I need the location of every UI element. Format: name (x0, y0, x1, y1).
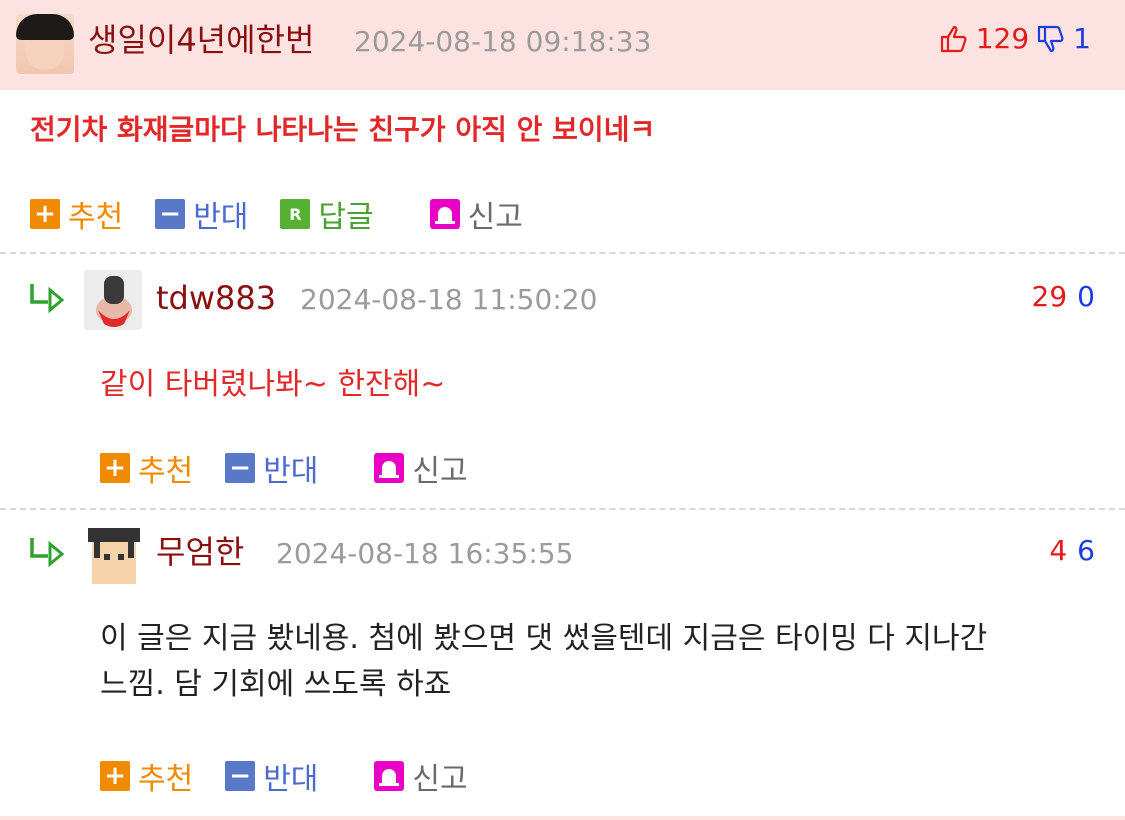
reply-arrow-icon (30, 284, 65, 314)
recommend-button[interactable]: + 추천 (100, 754, 193, 798)
divider (0, 252, 1125, 254)
comment-text: 같이 타버렸나봐~ 한잔해~ (100, 367, 446, 402)
recommend-button[interactable]: + 추천 (30, 192, 123, 236)
oppose-label: 반대 (193, 200, 249, 235)
oppose-button[interactable]: − 반대 (225, 754, 318, 798)
avatar[interactable] (84, 524, 142, 584)
thumbs-down-icon[interactable] (1035, 23, 1067, 55)
avatar[interactable] (84, 270, 142, 330)
main-comment-header: 생일이4년에한번 2024-08-18 09:18:33 129 1 (0, 0, 1125, 90)
plus-icon: + (30, 199, 60, 229)
divider (0, 508, 1125, 510)
avatar-image (84, 270, 142, 330)
bottom-border (0, 816, 1125, 820)
timestamp: 2024-08-18 09:18:33 (354, 25, 652, 58)
vote-counts: 29 0 (1032, 280, 1095, 313)
vote-counts: 4 6 (1049, 534, 1095, 567)
reply-action-bar: + 추천 − 반대 신고 (100, 754, 500, 798)
downvote-count: 0 (1077, 280, 1095, 313)
report-label: 신고 (412, 454, 468, 489)
report-button[interactable]: 신고 (374, 754, 468, 798)
oppose-label: 반대 (263, 454, 319, 489)
plus-icon: + (100, 761, 130, 791)
report-label: 신고 (412, 762, 468, 797)
upvote-count: 29 (1031, 280, 1068, 313)
report-button[interactable]: 신고 (429, 192, 523, 236)
siren-icon (429, 199, 460, 229)
comment-text-line: 이 글은 지금 봤네용. 첨에 봤으면 댓 썼을텐데 지금은 타이밍 다 지나간 (100, 621, 988, 656)
username[interactable]: tdw883 (156, 278, 276, 318)
avatar-hair (16, 14, 74, 40)
timestamp: 2024-08-18 16:35:55 (276, 537, 574, 570)
oppose-button[interactable]: − 반대 (155, 192, 248, 236)
avatar[interactable] (16, 14, 74, 74)
upvote-count: 4 (1049, 534, 1068, 567)
report-button[interactable]: 신고 (374, 446, 468, 490)
downvote-count: 6 (1077, 534, 1095, 567)
siren-icon (374, 761, 405, 791)
thumbs-up-icon[interactable] (938, 23, 970, 55)
comment-text: 이 글은 지금 봤네용. 첨에 봤으면 댓 썼을텐데 지금은 타이밍 다 지나간… (100, 616, 987, 708)
timestamp: 2024-08-18 11:50:20 (300, 283, 598, 316)
username[interactable]: 생일이4년에한번 (88, 20, 314, 60)
minus-icon: − (225, 761, 256, 791)
minus-icon: − (155, 199, 186, 229)
reply-button[interactable]: R 답글 (280, 192, 374, 236)
downvote-count: 1 (1073, 22, 1091, 55)
reply-label: 답글 (318, 200, 374, 235)
recommend-button[interactable]: + 추천 (100, 446, 193, 490)
recommend-label: 추천 (138, 454, 194, 489)
upvote-count: 129 (975, 22, 1030, 55)
siren-icon (374, 453, 405, 483)
oppose-label: 반대 (263, 762, 319, 797)
recommend-label: 추천 (68, 200, 124, 235)
vote-counts: 129 1 (938, 22, 1091, 55)
reply-arrow-icon (30, 538, 65, 568)
comment-text-line: 느낌. 담 기회에 쓰도록 하죠 (100, 667, 452, 702)
reply-icon: R (280, 199, 311, 229)
main-action-bar: + 추천 − 반대 R 답글 신고 (30, 192, 555, 236)
report-label: 신고 (467, 200, 523, 235)
recommend-label: 추천 (138, 762, 194, 797)
plus-icon: + (100, 453, 130, 483)
comment-text: 전기차 화재글마다 나타나는 친구가 아직 안 보이네ㅋ (30, 113, 656, 146)
reply-action-bar: + 추천 − 반대 신고 (100, 446, 500, 490)
username[interactable]: 무엄한 (156, 532, 244, 572)
avatar-image (84, 524, 142, 584)
minus-icon: − (225, 453, 256, 483)
oppose-button[interactable]: − 반대 (225, 446, 318, 490)
